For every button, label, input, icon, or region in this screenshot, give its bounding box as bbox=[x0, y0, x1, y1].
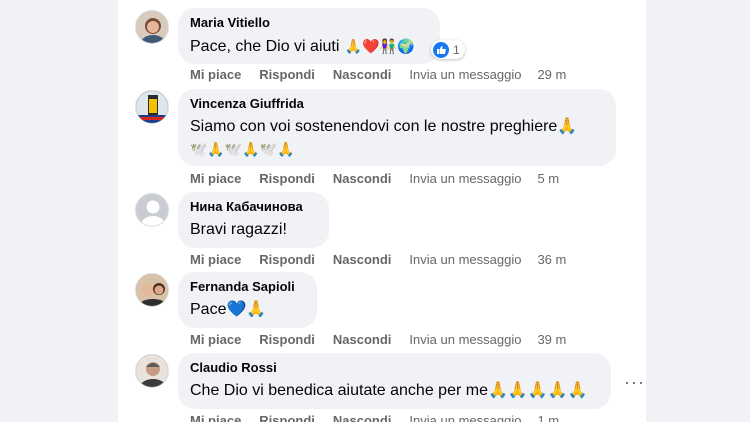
comment-timestamp[interactable]: 5 m bbox=[537, 171, 559, 186]
reaction-count: 1 bbox=[453, 42, 460, 57]
avatar[interactable] bbox=[135, 273, 169, 307]
send-message-button[interactable]: Invia un messaggio bbox=[409, 332, 521, 347]
comment-emoji-line: 🕊️🙏🕊️🙏🕊️🙏 bbox=[190, 141, 295, 157]
like-button[interactable]: Mi piace bbox=[190, 252, 241, 267]
like-reaction-icon bbox=[433, 41, 449, 58]
comment-bubble: Нина Кабачинова Bravi ragazzi! bbox=[178, 192, 329, 248]
comment-text: Bravi ragazzi! bbox=[190, 221, 287, 238]
comment-text: Che Dio vi benedica aiutate anche per me… bbox=[190, 382, 588, 399]
comment-actions: Mi piace Rispondi Nascondi Invia un messagg… bbox=[190, 67, 584, 83]
avatar-photo-icon bbox=[136, 91, 168, 123]
comment-author[interactable]: Claudio Rossi bbox=[190, 360, 599, 376]
comment-author[interactable]: Нина Кабачинова bbox=[190, 199, 317, 215]
more-options-icon[interactable]: ··· bbox=[624, 372, 645, 393]
comment-text: Pace, che Dio vi aiuti 🙏❤️👫🌍 bbox=[190, 35, 428, 58]
comment-bubble: Maria Vitiello Pace, che Dio vi aiuti 🙏❤… bbox=[178, 8, 440, 64]
comment-text: Pace💙🙏 bbox=[190, 301, 267, 318]
comment-author[interactable]: Vincenza Giuffrida bbox=[190, 96, 604, 112]
comment-author[interactable]: Maria Vitiello bbox=[190, 15, 428, 31]
reply-button[interactable]: Rispondi bbox=[259, 171, 315, 186]
comment-text-body: Pace, che Dio vi aiuti bbox=[190, 38, 340, 55]
comment-actions: Mi piace Rispondi Nascondi Invia un messagg… bbox=[190, 171, 577, 187]
like-button[interactable]: Mi piace bbox=[190, 67, 241, 82]
hide-button[interactable]: Nascondi bbox=[333, 252, 392, 267]
reply-button[interactable]: Rispondi bbox=[259, 67, 315, 82]
avatar[interactable] bbox=[135, 354, 169, 388]
send-message-button[interactable]: Invia un messaggio bbox=[409, 67, 521, 82]
default-avatar-icon bbox=[136, 194, 168, 226]
reply-button[interactable]: Rispondi bbox=[259, 332, 315, 347]
avatar[interactable] bbox=[135, 90, 169, 124]
avatar[interactable] bbox=[135, 10, 169, 44]
like-button[interactable]: Mi piace bbox=[190, 171, 241, 186]
avatar-photo-icon bbox=[136, 274, 168, 306]
comment-bubble: Fernanda Sapioli Pace💙🙏 bbox=[178, 272, 317, 328]
hide-button[interactable]: Nascondi bbox=[333, 171, 392, 186]
comment-timestamp[interactable]: 39 m bbox=[537, 332, 566, 347]
comment-timestamp[interactable]: 36 m bbox=[537, 252, 566, 267]
avatar-photo-icon bbox=[136, 11, 168, 43]
send-message-button[interactable]: Invia un messaggio bbox=[409, 252, 521, 267]
comment-author[interactable]: Fernanda Sapioli bbox=[190, 279, 305, 295]
hide-button[interactable]: Nascondi bbox=[333, 67, 392, 82]
comment-timestamp[interactable]: 1 m bbox=[537, 413, 559, 422]
comment-emoji: 🙏❤️👫🌍 bbox=[344, 38, 415, 54]
comment-actions: Mi piace Rispondi Nascondi Invia un messagg… bbox=[190, 332, 584, 348]
like-button[interactable]: Mi piace bbox=[190, 332, 241, 347]
send-message-button[interactable]: Invia un messaggio bbox=[409, 413, 521, 422]
comment-bubble: Vincenza Giuffrida Siamo con voi sostene… bbox=[178, 89, 616, 166]
reply-button[interactable]: Rispondi bbox=[259, 413, 315, 422]
comment-text: Siamo con voi sostenendovi con le nostre… bbox=[190, 118, 578, 135]
comment-actions: Mi piace Rispondi Nascondi Invia un messagg… bbox=[190, 413, 577, 422]
comment-bubble: Claudio Rossi Che Dio vi benedica aiutat… bbox=[178, 353, 611, 409]
like-button[interactable]: Mi piace bbox=[190, 413, 241, 422]
send-message-button[interactable]: Invia un messaggio bbox=[409, 171, 521, 186]
comment-actions: Mi piace Rispondi Nascondi Invia un messagg… bbox=[190, 252, 584, 268]
comment-timestamp[interactable]: 29 m bbox=[537, 67, 566, 82]
avatar[interactable] bbox=[135, 193, 169, 227]
reply-button[interactable]: Rispondi bbox=[259, 252, 315, 267]
hide-button[interactable]: Nascondi bbox=[333, 413, 392, 422]
avatar-photo-icon bbox=[136, 355, 168, 387]
comments-panel: Maria Vitiello Pace, che Dio vi aiuti 🙏❤… bbox=[118, 0, 646, 422]
reaction-summary[interactable]: 1 bbox=[431, 40, 465, 59]
hide-button[interactable]: Nascondi bbox=[333, 332, 392, 347]
